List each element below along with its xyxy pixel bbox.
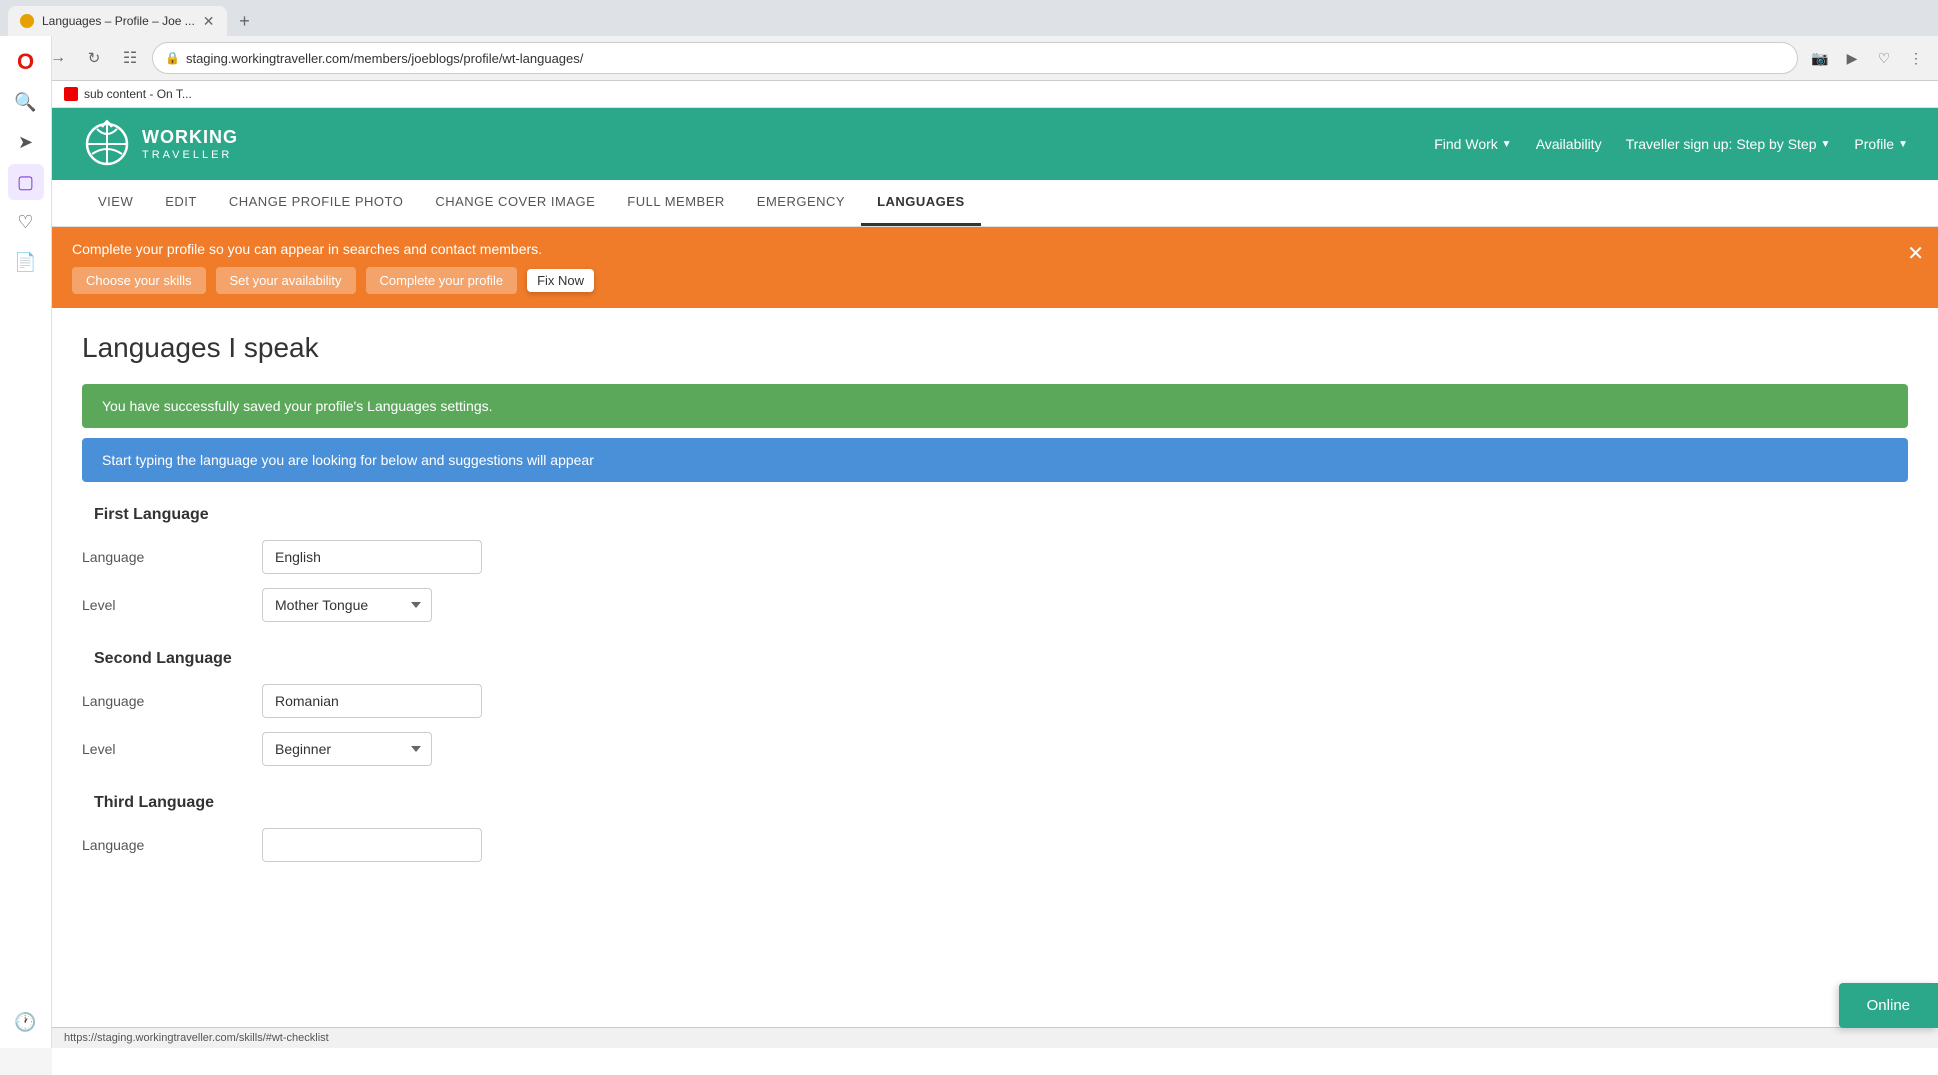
orange-banner: Complete your profile so you can appear …: [52, 227, 1938, 308]
online-button[interactable]: Online: [1839, 983, 1938, 1028]
notification-icon: [64, 87, 78, 101]
tab-title: Languages – Profile – Joe ...: [42, 14, 195, 28]
first-language-input[interactable]: [262, 540, 482, 574]
new-tab-button[interactable]: +: [231, 7, 259, 35]
second-language-section: Second Language Language Level Mother To…: [82, 650, 1908, 766]
logo-sub: TRAVELLER: [142, 149, 238, 161]
nav-view[interactable]: VIEW: [82, 180, 149, 226]
traveller-signup-chevron: ▼: [1821, 139, 1831, 150]
find-work-chevron: ▼: [1502, 139, 1512, 150]
second-language-input[interactable]: [262, 684, 482, 718]
screenshot-button[interactable]: 📷: [1806, 44, 1834, 72]
status-bar-url: https://staging.workingtraveller.com/ski…: [64, 1032, 329, 1044]
third-language-title: Third Language: [82, 794, 1908, 812]
success-banner: You have successfully saved your profile…: [82, 384, 1908, 428]
secondary-nav: VIEW EDIT CHANGE PROFILE PHOTO CHANGE CO…: [52, 180, 1938, 227]
nav-emergency[interactable]: EMERGENCY: [741, 180, 861, 226]
extensions-icon[interactable]: ▢: [8, 164, 44, 200]
active-tab[interactable]: Languages – Profile – Joe ... ✕: [8, 6, 227, 36]
browser-toolbar: ← → ↻ ☷ 🔒 staging.workingtraveller.com/m…: [0, 36, 1938, 80]
nav-change-profile-photo[interactable]: CHANGE PROFILE PHOTO: [213, 180, 419, 226]
orange-banner-actions: Choose your skills Set your availability…: [72, 267, 1918, 294]
second-language-label: Language: [82, 693, 262, 709]
first-language-title: First Language: [82, 506, 1908, 524]
menu-button[interactable]: ⋮: [1902, 44, 1930, 72]
security-icon: 🔒: [165, 51, 180, 65]
page-title: Languages I speak: [82, 332, 1908, 364]
site-header: WORKING TRAVELLER Find Work ▼ Availabili…: [52, 108, 1938, 180]
site-logo: WORKING TRAVELLER: [82, 119, 238, 169]
tab-favicon: [20, 14, 34, 28]
third-language-row: Language: [82, 828, 1908, 862]
browser-tabs: Languages – Profile – Joe ... ✕ +: [0, 0, 1938, 36]
opera-icon[interactable]: O: [8, 44, 44, 80]
status-bar: https://staging.workingtraveller.com/ski…: [52, 1027, 1938, 1048]
reload-button[interactable]: ↻: [80, 44, 108, 72]
info-banner: Start typing the language you are lookin…: [82, 438, 1908, 482]
sub-notification-text: sub content - On T...: [84, 87, 192, 101]
choose-skills-button[interactable]: Choose your skills: [72, 267, 206, 294]
bookmark-button[interactable]: ♡: [1870, 44, 1898, 72]
toolbar-actions: 📷 ▶ ♡ ⋮: [1806, 44, 1930, 72]
info-message: Start typing the language you are lookin…: [102, 452, 594, 468]
nav-change-cover-image[interactable]: CHANGE COVER IMAGE: [419, 180, 611, 226]
second-level-row: Level Mother Tongue Fluent Advanced Inte…: [82, 732, 1908, 766]
logo-name: WORKING: [142, 127, 238, 149]
first-level-row: Level Mother Tongue Fluent Advanced Inte…: [82, 588, 1908, 622]
nav-full-member[interactable]: FULL MEMBER: [611, 180, 740, 226]
fix-now-tooltip: Fix Now: [527, 269, 594, 292]
search-icon[interactable]: 🔍: [8, 84, 44, 120]
nav-edit[interactable]: EDIT: [149, 180, 213, 226]
history-icon[interactable]: 📄: [8, 244, 44, 280]
first-language-label: Language: [82, 549, 262, 565]
cast-button[interactable]: ▶: [1838, 44, 1866, 72]
first-level-select[interactable]: Mother Tongue Fluent Advanced Intermedia…: [262, 588, 432, 622]
second-language-title: Second Language: [82, 650, 1908, 668]
nav-traveller-signup[interactable]: Traveller sign up: Step by Step ▼: [1626, 136, 1831, 152]
sub-notification-bar: sub content - On T...: [52, 81, 1938, 108]
clock-icon[interactable]: 🕐: [8, 1004, 44, 1040]
site-nav: Find Work ▼ Availability Traveller sign …: [1434, 136, 1908, 152]
second-language-row: Language: [82, 684, 1908, 718]
url-display: staging.workingtraveller.com/members/joe…: [186, 51, 1785, 66]
address-bar[interactable]: 🔒 staging.workingtraveller.com/members/j…: [152, 42, 1798, 74]
browser-sidebar: O 🔍 ➤ ▢ ♡ 📄 🕐: [0, 36, 52, 1048]
first-language-row: Language: [82, 540, 1908, 574]
browser-chrome: Languages – Profile – Joe ... ✕ + ← → ↻ …: [0, 0, 1938, 81]
nav-availability[interactable]: Availability: [1536, 136, 1602, 152]
nav-languages[interactable]: LANGUAGES: [861, 180, 981, 226]
nav-find-work[interactable]: Find Work ▼: [1434, 136, 1511, 152]
first-level-label: Level: [82, 597, 262, 613]
third-language-section: Third Language Language: [82, 794, 1908, 862]
orange-banner-close-button[interactable]: ✕: [1907, 241, 1924, 266]
success-message: You have successfully saved your profile…: [102, 398, 493, 414]
nav-profile[interactable]: Profile ▼: [1854, 136, 1908, 152]
send-icon[interactable]: ➤: [8, 124, 44, 160]
orange-banner-text: Complete your profile so you can appear …: [72, 241, 1918, 257]
favorites-icon[interactable]: ♡: [8, 204, 44, 240]
complete-profile-button[interactable]: Complete your profile: [366, 267, 518, 294]
second-level-label: Level: [82, 741, 262, 757]
tab-close-button[interactable]: ✕: [203, 13, 215, 30]
third-language-label: Language: [82, 837, 262, 853]
first-language-section: First Language Language Level Mother Ton…: [82, 506, 1908, 622]
logo-icon: [82, 119, 132, 169]
set-availability-button[interactable]: Set your availability: [216, 267, 356, 294]
profile-chevron: ▼: [1898, 139, 1908, 150]
main-wrapper: sub content - On T... WORKING TRAVELLER: [52, 81, 1938, 1075]
second-level-select[interactable]: Mother Tongue Fluent Advanced Intermedia…: [262, 732, 432, 766]
page-content: Complete your profile so you can appear …: [52, 227, 1938, 1075]
home-button[interactable]: ☷: [116, 44, 144, 72]
third-language-input[interactable]: [262, 828, 482, 862]
